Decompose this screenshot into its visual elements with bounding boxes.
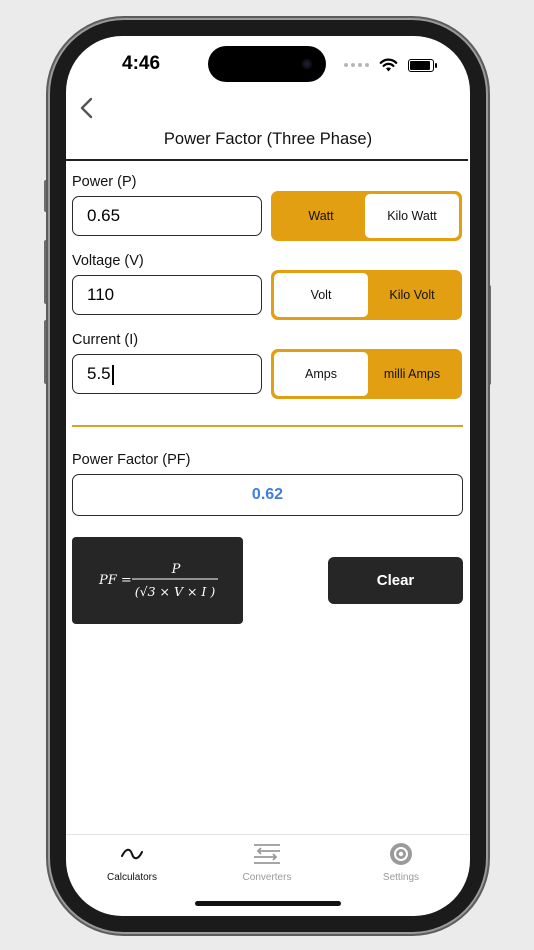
tab-converters-label: Converters — [242, 872, 292, 883]
side-button-volume-down — [44, 320, 49, 384]
tab-converters[interactable]: Converters — [207, 840, 327, 883]
current-value: 5.5 — [87, 364, 111, 383]
voltage-unit-volt[interactable]: Volt — [274, 273, 368, 317]
power-factor-result: 0.62 — [72, 474, 463, 516]
result-label: Power Factor (PF) — [72, 452, 191, 468]
title-divider — [66, 159, 468, 161]
camera-icon — [302, 59, 312, 69]
home-indicator[interactable] — [195, 901, 341, 906]
phone-screen: 4:46 Power Factor (Three Phase) Power (P… — [66, 36, 470, 916]
power-label: Power (P) — [72, 174, 137, 190]
page-title: Power Factor (Three Phase) — [163, 130, 373, 148]
formula-numerator: P — [171, 562, 181, 577]
dynamic-island — [208, 46, 326, 82]
tabbar-divider — [66, 834, 470, 835]
current-unit-milliamps[interactable]: milli Amps — [365, 352, 459, 396]
formula-graphic: PF = P (√3 × V × I ) — [98, 562, 218, 599]
power-unit-segmented: Watt Kilo Watt — [271, 191, 462, 241]
battery-icon — [408, 58, 437, 72]
voltage-label: Voltage (V) — [72, 253, 144, 269]
wave-icon — [121, 848, 143, 860]
voltage-unit-segmented: Volt Kilo Volt — [271, 270, 462, 320]
clear-button[interactable]: Clear — [328, 557, 463, 604]
power-unit-watt[interactable]: Watt — [274, 194, 368, 238]
tab-settings-label: Settings — [382, 872, 420, 883]
power-unit-kilowatt[interactable]: Kilo Watt — [365, 194, 459, 238]
status-time: 4:46 — [122, 53, 161, 74]
formula-card: PF = P (√3 × V × I ) — [72, 537, 243, 624]
formula-lhs: PF = — [98, 573, 132, 588]
section-divider — [72, 425, 463, 427]
side-button-power — [486, 285, 491, 385]
power-value: 0.65 — [87, 206, 121, 225]
status-icons — [344, 58, 437, 72]
current-input[interactable]: 5.5 — [72, 354, 262, 394]
formula-denominator: (√3 × V × I ) — [135, 584, 216, 599]
back-chevron-icon[interactable] — [76, 96, 100, 120]
gear-icon — [390, 843, 412, 865]
text-caret — [111, 364, 114, 385]
voltage-unit-kilovolt[interactable]: Kilo Volt — [365, 273, 459, 317]
voltage-value: 110 — [87, 285, 115, 304]
voltage-input[interactable]: 110 — [72, 275, 262, 315]
tab-calculators-label: Calculators — [106, 872, 158, 883]
tab-settings[interactable]: Settings — [341, 840, 461, 883]
current-unit-amps[interactable]: Amps — [274, 352, 368, 396]
side-button-volume-up — [44, 240, 49, 304]
side-button-action — [44, 180, 49, 212]
current-label: Current (I) — [72, 332, 139, 348]
power-input[interactable]: 0.65 — [72, 196, 262, 236]
current-unit-segmented: Amps milli Amps — [271, 349, 462, 399]
tab-calculators[interactable]: Calculators — [72, 840, 192, 883]
signal-dots-icon — [344, 63, 369, 67]
arrows-swap-icon — [254, 844, 280, 864]
wifi-icon — [379, 58, 398, 72]
